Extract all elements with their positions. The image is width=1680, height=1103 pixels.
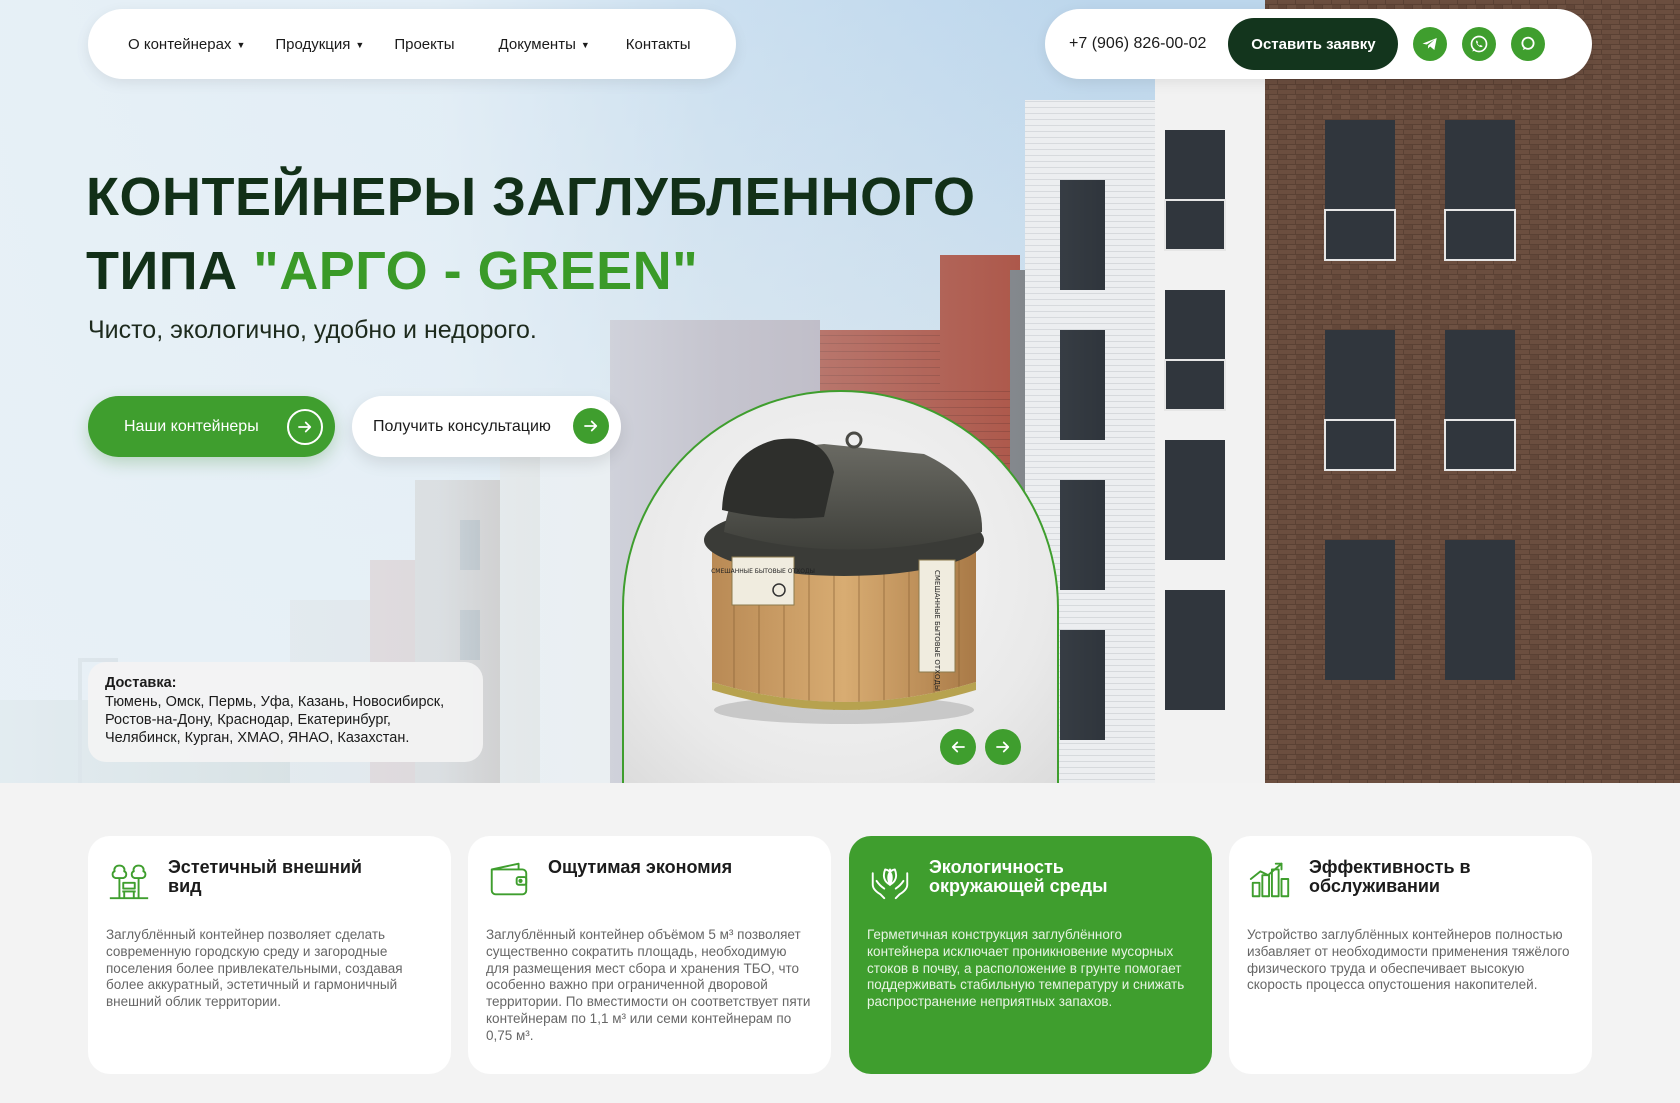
hero-title: КОНТЕЙНЕРЫ ЗАГЛУБЛЕННОГО ТИПА "АРГО - GR…	[86, 160, 986, 308]
wallet-icon	[490, 862, 528, 896]
our-containers-button[interactable]: Наши контейнеры	[88, 396, 335, 457]
card-text: Заглублённый контейнер позволяет сделать…	[106, 927, 403, 1010]
slider-prev-button[interactable]	[940, 729, 976, 765]
card-text: Заглублённый контейнер объёмом 5 м³ позв…	[486, 927, 811, 1043]
contact-bar: +7 (906) 826-00-02 Оставить заявку	[1045, 9, 1592, 79]
hero-section: О контейнерах ▼ Продукция ▼ Проекты Доку…	[0, 0, 1680, 783]
nav-item-about[interactable]: О контейнерах ▼	[128, 36, 245, 53]
delivery-info: Доставка: Тюмень, Омск, Пермь, Уфа, Каза…	[88, 662, 483, 762]
card-text: Устройство заглублённых контейнеров полн…	[1247, 927, 1570, 993]
caret-down-icon: ▼	[236, 40, 246, 50]
feature-card-efficiency[interactable]: Эффективность в обслуживании Устройство …	[1229, 836, 1592, 1074]
feature-card-economy[interactable]: Ощутимая экономия Заглублённый контейнер…	[468, 836, 831, 1074]
feature-card-ecology[interactable]: Экологичность окружающей среды Герметичн…	[849, 836, 1212, 1074]
hands-leaf-icon	[871, 868, 909, 900]
caret-down-icon: ▼	[355, 40, 365, 50]
button-label: Наши контейнеры	[124, 417, 259, 435]
main-navigation: О контейнерах ▼ Продукция ▼ Проекты Доку…	[88, 9, 736, 79]
card-title: Экологичность окружающей среды	[929, 857, 1108, 896]
nav-item-products[interactable]: Продукция ▼	[275, 36, 364, 53]
nav-item-documents[interactable]: Документы ▼	[499, 36, 590, 53]
arrow-right-icon	[287, 409, 323, 445]
nav-item-projects[interactable]: Проекты	[394, 36, 454, 53]
card-title: Ощутимая экономия	[548, 857, 733, 877]
hero-title-line2-prefix: ТИПА	[86, 241, 254, 301]
phone-link[interactable]: +7 (906) 826-00-02	[1069, 35, 1206, 53]
nav-item-label: Продукция	[275, 35, 351, 53]
caret-down-icon: ▼	[580, 40, 590, 50]
hero-title-accent: "АРГО - GREEN"	[253, 241, 699, 301]
hero-title-line1: КОНТЕЙНЕРЫ ЗАГЛУБЛЕННОГО	[86, 167, 976, 227]
chat-icon[interactable]	[1511, 27, 1546, 61]
whatsapp-icon[interactable]	[1462, 27, 1497, 61]
telegram-icon[interactable]	[1413, 27, 1448, 61]
nav-item-label: О контейнерах	[128, 35, 232, 53]
arrow-right-icon	[573, 408, 609, 444]
feature-card-aesthetic[interactable]: Эстетичный внешний вид Заглублённый конт…	[88, 836, 451, 1074]
card-title: Эффективность в обслуживании	[1309, 857, 1471, 896]
park-bench-icon	[109, 864, 149, 900]
nav-item-label: Контакты	[625, 35, 691, 53]
container-label-front: СМЕШАННЫЕ БЫТОВЫЕ ОТХОДЫ	[711, 568, 815, 575]
delivery-title: Доставка:	[105, 675, 177, 691]
nav-item-contacts[interactable]: Контакты	[626, 36, 691, 53]
button-label: Получить консультацию	[373, 417, 551, 435]
slider-next-button[interactable]	[985, 729, 1021, 765]
consultation-button[interactable]: Получить консультацию	[352, 396, 621, 457]
container-label-side: СМЕШАННЫЕ БЫТОВЫЕ ОТХОДЫ	[933, 570, 941, 691]
chart-growth-icon	[1249, 862, 1290, 898]
delivery-cities: Тюмень, Омск, Пермь, Уфа, Казань, Новоси…	[105, 694, 445, 746]
request-button[interactable]: Оставить заявку	[1228, 18, 1399, 70]
hero-subtitle: Чисто, экологично, удобно и недорого.	[88, 316, 537, 344]
nav-item-label: Проекты	[394, 35, 455, 53]
card-title: Эстетичный внешний вид	[168, 857, 363, 896]
nav-item-label: Документы	[498, 35, 576, 53]
card-text: Герметичная конструкция заглублённого ко…	[867, 927, 1185, 1010]
